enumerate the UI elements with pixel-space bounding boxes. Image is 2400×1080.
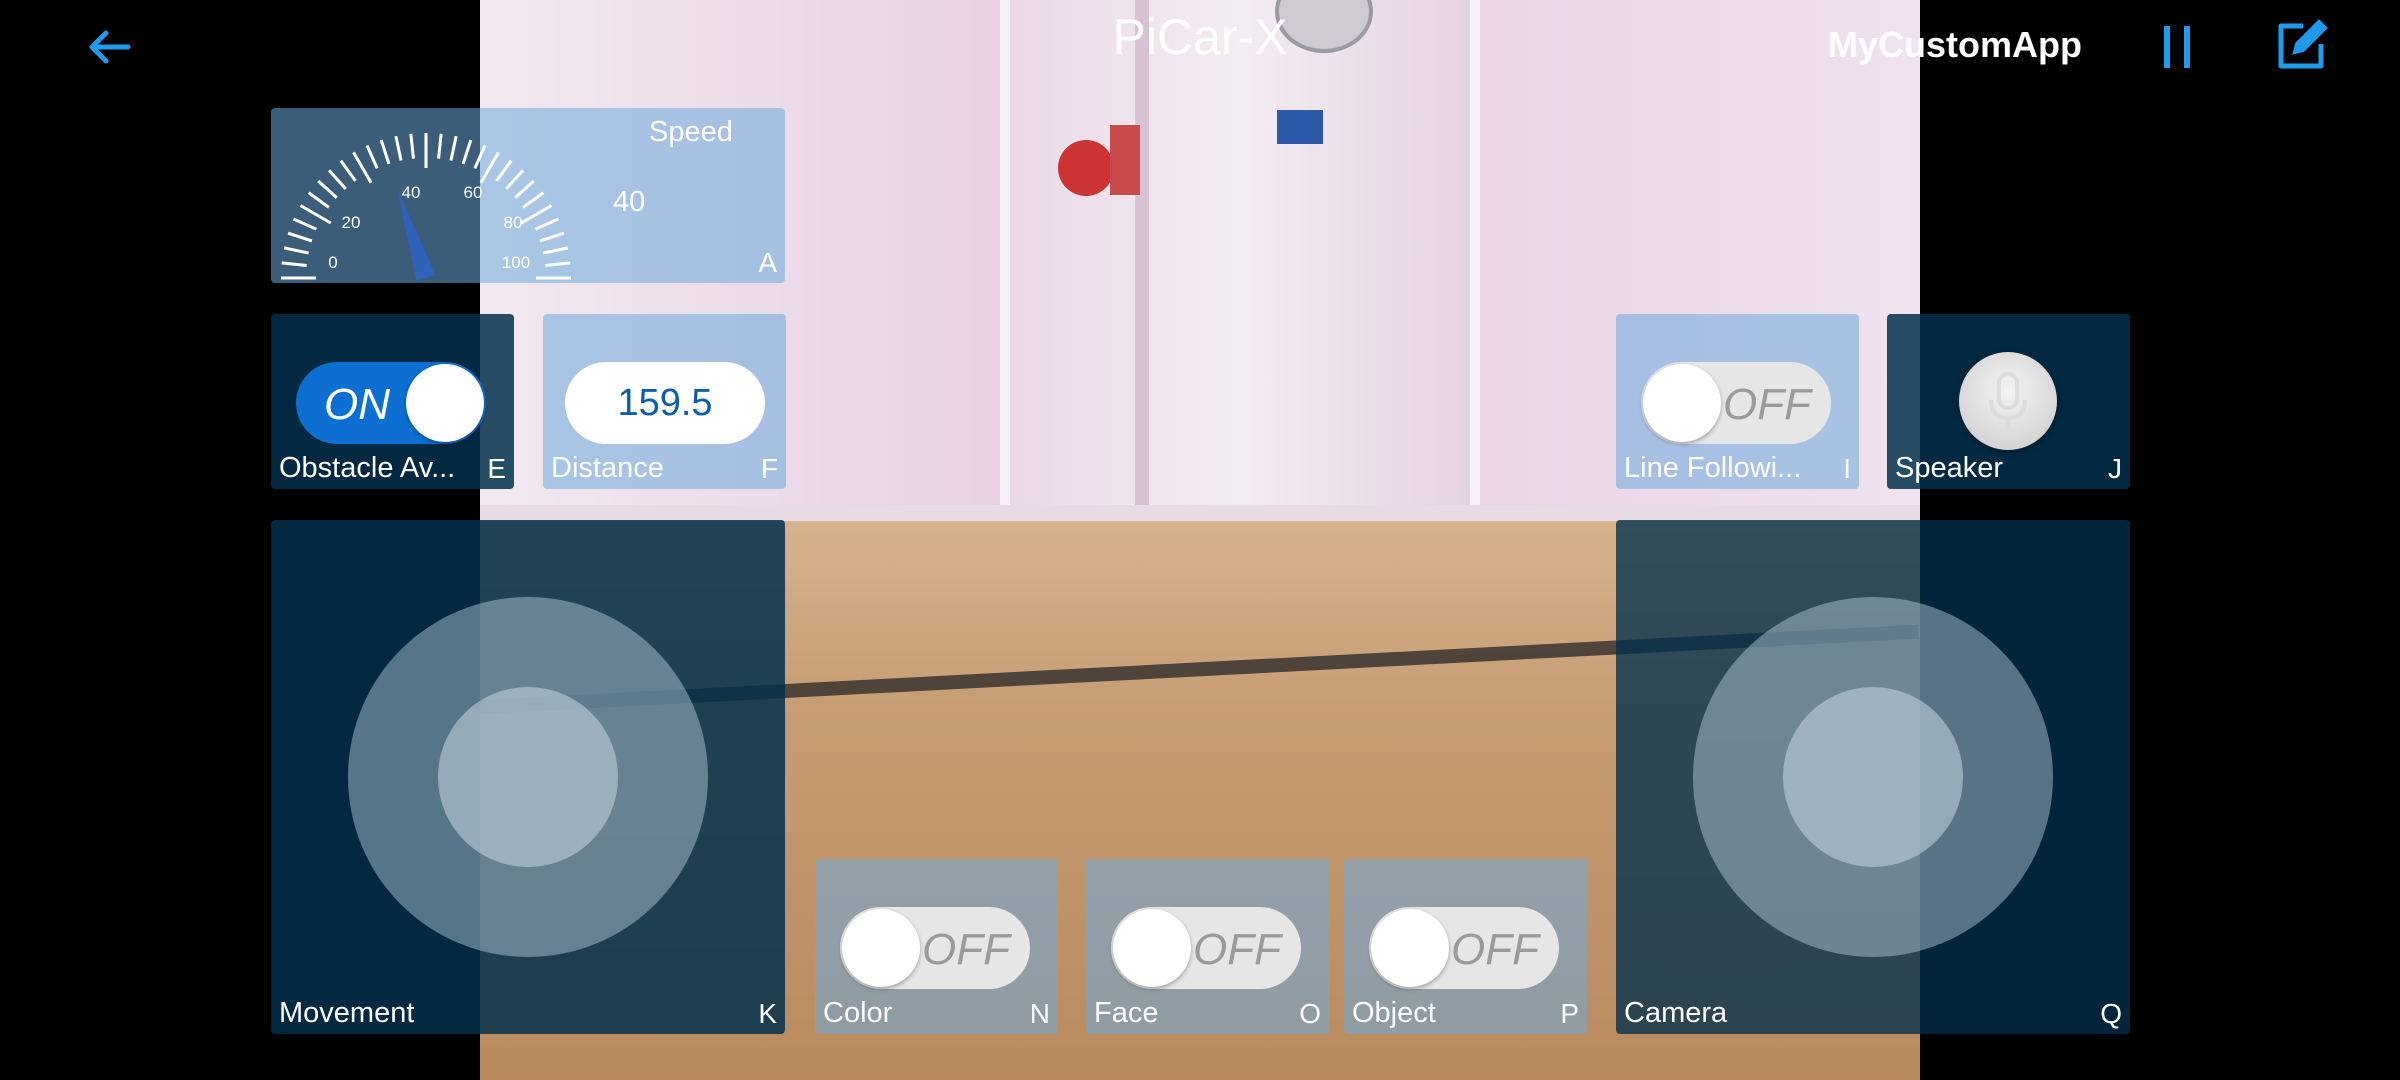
object-toggle[interactable]: OFF (1369, 907, 1559, 989)
gauge-tick-mark (495, 159, 513, 182)
gauge-tick-20: 20 (342, 213, 361, 232)
widget-letter: F (760, 453, 778, 484)
speed-widget: 0 20 40 60 80 100 Speed 40 A (271, 108, 785, 283)
widget-label: Obstacle Av... (279, 452, 456, 484)
widget-letter: N (1029, 998, 1050, 1029)
edit-icon[interactable] (2273, 18, 2329, 74)
movement-joystick-handle[interactable] (438, 687, 618, 867)
gauge-tick-mark (409, 133, 415, 159)
gauge-tick-mark (352, 151, 373, 184)
gauge-tick-mark (535, 217, 560, 231)
gauge-tick-mark (473, 144, 487, 169)
gauge-tick-mark (365, 144, 379, 169)
gauge-tick-mark (539, 231, 565, 243)
widget-label: Distance (551, 452, 664, 484)
gauge-tick-80: 80 (504, 213, 523, 232)
gauge-tick-mark (292, 217, 317, 231)
gauge-tick-mark (287, 231, 313, 243)
widget-letter: A (758, 247, 777, 278)
widget-label: Camera (1624, 997, 1728, 1029)
obstacle-avoidance-toggle[interactable]: ON (296, 362, 486, 444)
gauge-tick-mark (307, 191, 330, 209)
speed-value: 40 (613, 186, 646, 218)
app-name: MyCustomApp (1828, 24, 2082, 65)
widget-letter: I (1843, 453, 1851, 484)
movement-widget: Movement K (271, 520, 785, 1034)
widget-label: Face (1094, 997, 1159, 1029)
gauge-tick-mark (437, 133, 443, 159)
microphone-button[interactable] (1959, 352, 2057, 450)
face-widget: OFF Face O (1086, 859, 1329, 1034)
gauge-tick-mark (283, 246, 309, 255)
microphone-icon (1989, 372, 2027, 430)
gauge-tick-mark (505, 169, 525, 190)
gauge-tick-mark (317, 179, 338, 199)
color-widget: OFF Color N (815, 859, 1058, 1034)
line-following-toggle[interactable]: OFF (1641, 362, 1831, 444)
gauge-tick-mark (522, 191, 545, 209)
line-following-widget: OFF Line Followi... I (1616, 314, 1859, 489)
gauge-tick-mark (545, 261, 571, 267)
face-toggle[interactable]: OFF (1111, 907, 1301, 989)
widget-label: Color (823, 997, 893, 1029)
camera-joystick-handle[interactable] (1783, 687, 1963, 867)
obstacle-avoidance-widget: ON Obstacle Av... E (271, 314, 514, 489)
widget-label: Speaker (1895, 452, 2004, 484)
widget-label: Movement (279, 997, 415, 1029)
speed-gauge: 0 20 40 60 80 100 (281, 133, 571, 282)
widget-letter: O (1299, 998, 1321, 1029)
gauge-tick-mark (379, 139, 391, 165)
camera-widget: Camera Q (1616, 520, 2130, 1034)
object-widget: OFF Object P (1344, 859, 1587, 1034)
gauge-tick-mark (339, 159, 357, 182)
gauge-tick-60: 60 (464, 183, 483, 202)
distance-widget: 159.5 Distance F (543, 314, 786, 489)
gauge-tick-100: 100 (502, 253, 530, 272)
widget-label: Line Followi... (1624, 452, 1802, 484)
widget-letter: K (758, 998, 777, 1029)
widget-label: Object (1352, 997, 1436, 1029)
widget-letter: E (487, 453, 506, 484)
distance-value: 159.5 (565, 362, 765, 444)
gauge-tick-mark (520, 204, 553, 225)
speed-label: Speed (649, 116, 733, 148)
gauge-tick-mark (514, 179, 535, 199)
pause-icon[interactable] (2160, 22, 2196, 72)
gauge-tick-mark (327, 169, 347, 190)
widget-letter: J (2108, 453, 2122, 484)
gauge-tick-mark (543, 246, 569, 255)
gauge-tick-mark (394, 135, 403, 161)
gauge-tick-mark (479, 151, 500, 184)
speaker-widget: Speaker J (1887, 314, 2130, 489)
gauge-tick-mark (449, 135, 458, 161)
widget-letter: P (1560, 998, 1579, 1029)
gauge-tick-mark (461, 139, 473, 165)
gauge-tick-mark (299, 204, 332, 225)
color-toggle[interactable]: OFF (840, 907, 1030, 989)
widget-letter: Q (2100, 998, 2122, 1029)
gauge-tick-40: 40 (402, 183, 421, 202)
gauge-tick-mark (281, 261, 307, 267)
gauge-tick-0: 0 (328, 253, 337, 272)
